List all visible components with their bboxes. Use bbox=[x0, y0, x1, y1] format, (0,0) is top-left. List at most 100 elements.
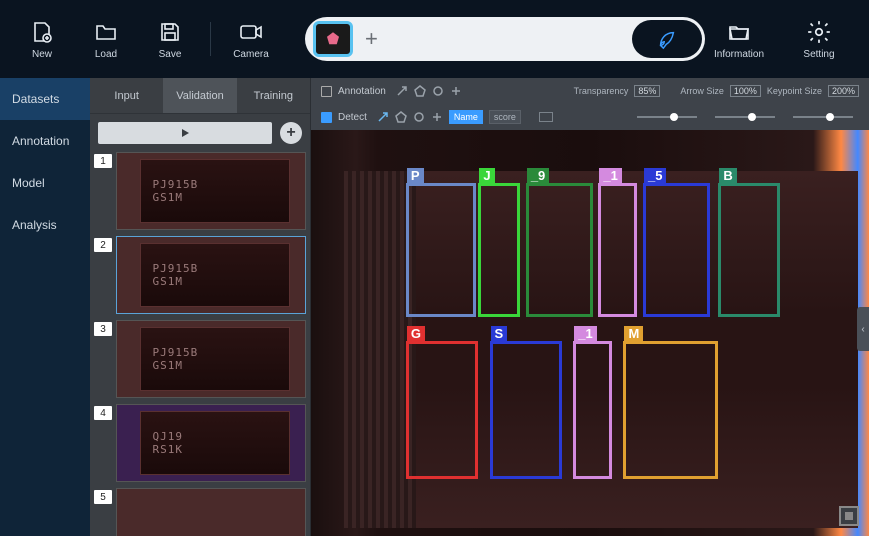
arrow-size-value[interactable]: 100% bbox=[730, 85, 761, 97]
tab-training[interactable]: Training bbox=[237, 78, 310, 113]
separator bbox=[210, 22, 211, 56]
plus-icon-2[interactable] bbox=[431, 111, 443, 123]
image-viewport[interactable]: PJ_9_1_5BGS_1M bbox=[311, 130, 869, 536]
load-label: Load bbox=[95, 49, 117, 60]
save-label: Save bbox=[159, 49, 182, 60]
launch-button[interactable] bbox=[632, 20, 702, 58]
fit-view-button[interactable] bbox=[839, 506, 859, 526]
bbox[interactable]: _1 bbox=[573, 341, 612, 479]
thumb-image[interactable] bbox=[116, 488, 306, 536]
setting-label: Setting bbox=[803, 49, 834, 60]
bbox-label: _9 bbox=[527, 168, 549, 183]
thumb-image[interactable]: PJ915BGS1M bbox=[116, 152, 306, 230]
bbox[interactable]: _9 bbox=[526, 183, 593, 317]
setting-button[interactable]: Setting bbox=[789, 19, 849, 60]
arrow-icon[interactable] bbox=[396, 85, 408, 97]
bbox-label: G bbox=[407, 326, 425, 341]
sidebar: Datasets Annotation Model Analysis bbox=[0, 78, 90, 536]
sidebar-item-model[interactable]: Model bbox=[0, 162, 90, 204]
thumb-index: 4 bbox=[94, 406, 112, 420]
thumb-index: 1 bbox=[94, 154, 112, 168]
new-file-icon bbox=[26, 19, 58, 45]
annotation-toolbar: Annotation Transparency 85% Arrow Size 1… bbox=[311, 78, 869, 130]
add-image-button[interactable]: + bbox=[280, 122, 302, 144]
circle-icon[interactable] bbox=[432, 85, 444, 97]
load-button[interactable]: Load bbox=[76, 19, 136, 60]
name-tag[interactable]: Name bbox=[449, 110, 483, 124]
circle-icon-2[interactable] bbox=[413, 111, 425, 123]
bbox-label: _1 bbox=[599, 168, 621, 183]
thumb-index: 3 bbox=[94, 322, 112, 336]
detect-checkbox[interactable] bbox=[321, 112, 332, 123]
thumbnail-row[interactable]: 1 PJ915BGS1M bbox=[94, 152, 306, 230]
transparency-label: Transparency bbox=[574, 86, 629, 96]
bbox[interactable]: M bbox=[623, 341, 718, 479]
tab-validation[interactable]: Validation bbox=[163, 78, 236, 113]
thumb-index: 5 bbox=[94, 490, 112, 504]
score-tag[interactable]: score bbox=[489, 110, 521, 124]
camera-label: Camera bbox=[233, 49, 269, 60]
play-row: + bbox=[90, 114, 310, 152]
pentagon-icon-2[interactable] bbox=[395, 111, 407, 123]
pentagon-icon[interactable] bbox=[414, 85, 426, 97]
dataset-panel: Input Validation Training + 1PJ915BGS1M2… bbox=[90, 78, 310, 536]
thumbnail-row[interactable]: 2 PJ915BGS1M bbox=[94, 236, 306, 314]
information-button[interactable]: Information bbox=[709, 19, 769, 60]
thumb-image[interactable]: PJ915BGS1M bbox=[116, 236, 306, 314]
annotation-label: Annotation bbox=[338, 86, 386, 97]
bbox-label: J bbox=[479, 168, 494, 183]
rect-tool-icon[interactable] bbox=[539, 112, 553, 122]
thumbnail-list: 1 PJ915BGS1M 2 PJ915BGS1M 3 PJ915BGS1M 4 QJ19RS… bbox=[90, 152, 310, 536]
bbox[interactable]: S bbox=[490, 341, 563, 479]
tab-input[interactable]: Input bbox=[90, 78, 163, 113]
save-button[interactable]: Save bbox=[140, 19, 200, 60]
folder-icon bbox=[90, 19, 122, 45]
arrow-icon-2[interactable] bbox=[377, 111, 389, 123]
sidebar-item-annotation[interactable]: Annotation bbox=[0, 120, 90, 162]
bbox-label: _5 bbox=[644, 168, 666, 183]
bbox[interactable]: _1 bbox=[598, 183, 637, 317]
add-class-button[interactable]: + bbox=[365, 26, 378, 52]
sidebar-item-analysis[interactable]: Analysis bbox=[0, 204, 90, 246]
transparency-value[interactable]: 85% bbox=[634, 85, 660, 97]
keypoint-slider[interactable] bbox=[793, 116, 853, 118]
information-label: Information bbox=[714, 49, 764, 60]
collapse-handle[interactable]: ‹ bbox=[857, 307, 869, 351]
thumb-image[interactable]: QJ19RS1K bbox=[116, 404, 306, 482]
keypoint-size-value[interactable]: 200% bbox=[828, 85, 859, 97]
annotation-checkbox[interactable] bbox=[321, 86, 332, 97]
top-toolbar: New Load Save Camera + Informa bbox=[0, 0, 869, 78]
thumbnail-row[interactable]: 3 PJ915BGS1M bbox=[94, 320, 306, 398]
plus-icon[interactable] bbox=[450, 85, 462, 97]
right-tools: Information Setting bbox=[709, 19, 849, 60]
bbox[interactable]: P bbox=[406, 183, 476, 317]
bbox-label: _1 bbox=[574, 326, 596, 341]
dataset-tabs: Input Validation Training bbox=[90, 78, 310, 114]
new-button[interactable]: New bbox=[12, 19, 72, 60]
save-icon bbox=[154, 19, 186, 45]
bbox[interactable]: J bbox=[478, 183, 520, 317]
bbox[interactable]: G bbox=[406, 341, 479, 479]
bbox-label: B bbox=[719, 168, 736, 183]
new-label: New bbox=[32, 49, 52, 60]
camera-icon bbox=[235, 19, 267, 45]
body: Datasets Annotation Model Analysis Input… bbox=[0, 78, 869, 536]
active-class-thumb[interactable] bbox=[313, 21, 353, 57]
bbox[interactable]: _5 bbox=[643, 183, 710, 317]
bbox-label: S bbox=[491, 326, 508, 341]
detect-label: Detect bbox=[338, 112, 367, 123]
canvas-area: Annotation Transparency 85% Arrow Size 1… bbox=[310, 78, 869, 536]
class-pill: + bbox=[305, 17, 705, 61]
thumb-image[interactable]: PJ915BGS1M bbox=[116, 320, 306, 398]
thumb-index: 2 bbox=[94, 238, 112, 252]
sidebar-item-datasets[interactable]: Datasets bbox=[0, 78, 90, 120]
bbox-label: P bbox=[407, 168, 424, 183]
gear-icon bbox=[803, 19, 835, 45]
transparency-slider[interactable] bbox=[637, 116, 697, 118]
thumbnail-row[interactable]: 4 QJ19RS1K bbox=[94, 404, 306, 482]
arrow-slider[interactable] bbox=[715, 116, 775, 118]
play-button[interactable] bbox=[98, 122, 272, 144]
camera-button[interactable]: Camera bbox=[221, 19, 281, 60]
bbox[interactable]: B bbox=[718, 183, 779, 317]
thumbnail-row[interactable]: 5 bbox=[94, 488, 306, 536]
